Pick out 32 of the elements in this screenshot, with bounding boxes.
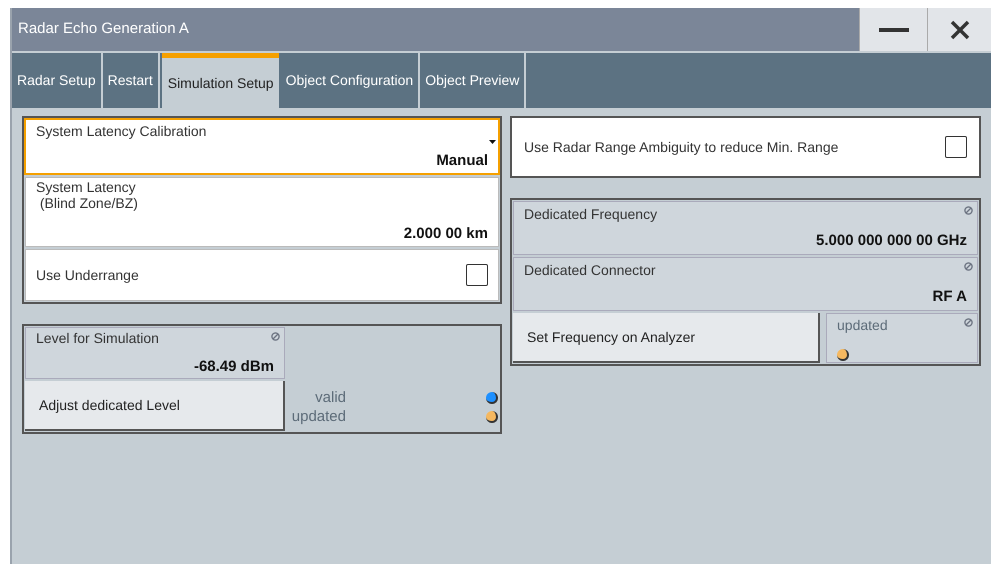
minimize-icon: [878, 28, 908, 32]
field-value: Manual: [436, 150, 488, 170]
close-icon: [950, 20, 970, 40]
checkbox[interactable]: [945, 136, 967, 158]
field-label: Level for Simulation: [36, 329, 160, 348]
set-frequency-button[interactable]: Set Frequency on Analyzer: [513, 313, 820, 363]
status-label: updated: [837, 316, 889, 335]
field-label: System Latency (Blind Zone/BZ): [36, 179, 139, 211]
field-label: Dedicated Frequency: [524, 205, 658, 224]
read-only-icon: [964, 262, 973, 271]
field-value: -68.49 dBm: [194, 356, 274, 376]
minimize-button[interactable]: [859, 8, 927, 51]
close-button[interactable]: [927, 8, 991, 51]
field-label: System Latency Calibration: [36, 122, 208, 141]
checkbox[interactable]: [466, 264, 488, 286]
status-label: valid: [314, 388, 346, 407]
field-value: 5.000 000 000 00 GHz: [816, 230, 967, 250]
field-value: RF A: [932, 286, 967, 306]
field-value: 2.000 00 km: [404, 224, 488, 244]
adjust-level-button[interactable]: Adjust dedicated Level: [25, 381, 285, 431]
option-label: Use Radar Range Ambiguity to reduce Min. Range: [524, 138, 838, 157]
latency-field[interactable]: System Latency (Blind Zone/BZ) 2.000 00 km: [25, 177, 499, 247]
window-title: Radar Echo Generation A: [17, 19, 190, 40]
field-label: Dedicated Connector: [524, 261, 657, 280]
status-label: updated: [290, 407, 346, 426]
dropdown-arrow-icon: [489, 140, 496, 144]
option-label: Use Underrange: [36, 266, 139, 285]
calibration-dropdown[interactable]: System Latency Calibration Manual: [24, 118, 500, 175]
read-only-icon: [271, 332, 280, 341]
read-only-icon: [964, 318, 973, 327]
tab[interactable]: Simulation Setup: [162, 53, 279, 108]
read-only-icon: [964, 206, 973, 215]
